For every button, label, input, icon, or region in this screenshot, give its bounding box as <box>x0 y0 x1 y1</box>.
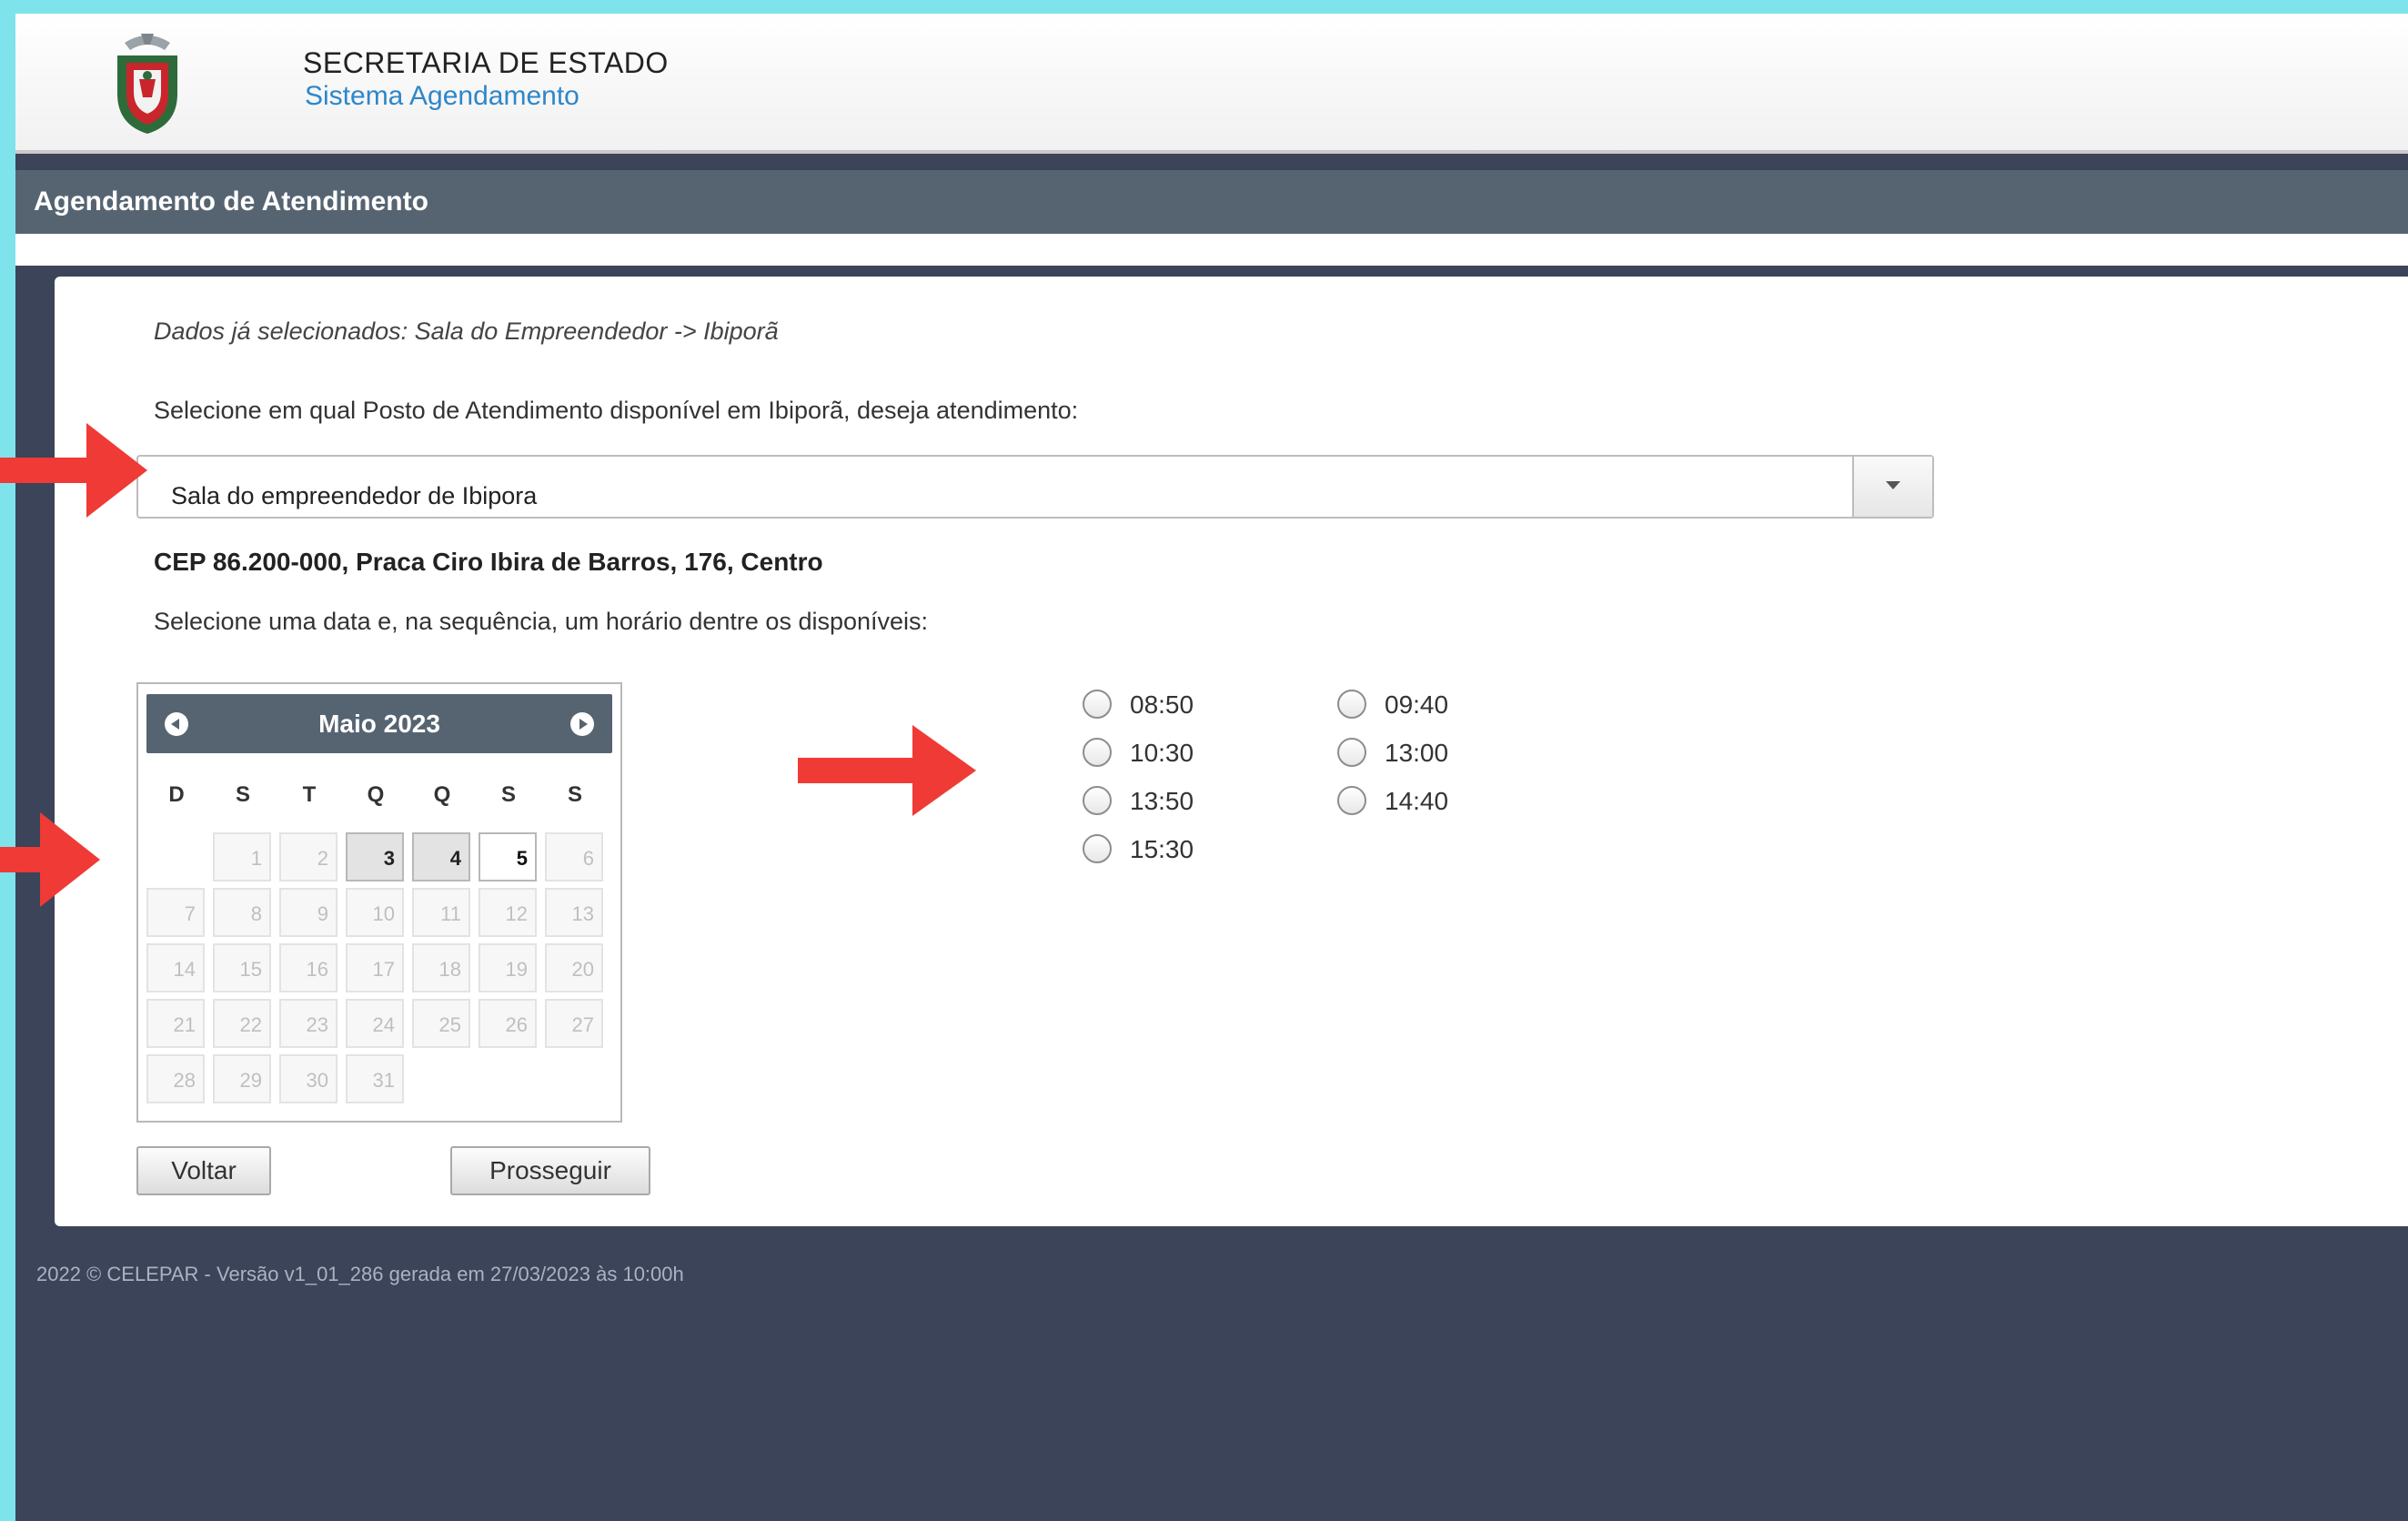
arrow-right-icon <box>0 812 100 907</box>
time-slot-label: 08:50 <box>1130 690 1194 719</box>
calendar-day[interactable]: 4 <box>412 832 470 881</box>
app-window: SECRETARIA DE ESTADO Sistema Agendamento… <box>15 14 2408 1521</box>
calendar-day: 14 <box>146 943 205 992</box>
site-header: SECRETARIA DE ESTADO Sistema Agendamento <box>15 14 2408 154</box>
calendar-day[interactable]: 5 <box>479 832 537 881</box>
calendar-day: 28 <box>146 1054 205 1103</box>
time-slot-radio[interactable] <box>1083 738 1112 767</box>
calendar-day: 8 <box>213 888 271 937</box>
arrow-right-icon <box>0 423 147 518</box>
next-month-icon[interactable] <box>570 712 594 736</box>
state-crest-logo <box>117 34 177 134</box>
calendar-day: 15 <box>213 943 271 992</box>
calendar-day: 13 <box>545 888 603 937</box>
time-slot-radio[interactable] <box>1337 738 1366 767</box>
header-system-name: Sistema Agendamento <box>305 81 579 111</box>
time-slot-label: 10:30 <box>1130 739 1194 767</box>
calendar-day: 11 <box>412 888 470 937</box>
calendar-day: 6 <box>545 832 603 881</box>
calendar-header: Maio 2023 <box>146 694 612 753</box>
calendar-day: 17 <box>346 943 404 992</box>
calendar-day: 27 <box>545 999 603 1048</box>
calendar-day: 26 <box>479 999 537 1048</box>
chevron-down-icon <box>1886 481 1900 489</box>
calendar-weekday-label: Q <box>367 782 385 807</box>
calendar-day: 7 <box>146 888 205 937</box>
scheduling-panel: Dados já selecionados: Sala do Empreende… <box>55 277 2408 1226</box>
time-slot-radio[interactable] <box>1337 786 1366 815</box>
time-slot-radio[interactable] <box>1083 834 1112 863</box>
date-picker-calendar: Maio 2023 DSTQQSS 1 2 3 4 5 6 7 8 9 10 11 12 13 14 15 1… <box>136 682 622 1123</box>
back-button[interactable]: Voltar <box>136 1146 271 1195</box>
footer-version-text: 2022 © CELEPAR - Versão v1_01_286 gerada… <box>36 1263 684 1285</box>
time-slot-radio[interactable] <box>1083 690 1112 719</box>
time-slot-label: 09:40 <box>1385 690 1449 719</box>
calendar-weekday-label: T <box>302 782 317 807</box>
post-address: CEP 86.200-000, Praca Ciro Ibira de Barr… <box>154 548 823 576</box>
calendar-day: 10 <box>346 888 404 937</box>
time-slot-label: 15:30 <box>1130 835 1194 863</box>
title-separator <box>15 234 2408 266</box>
calendar-day: 24 <box>346 999 404 1048</box>
calendar-day: 16 <box>279 943 338 992</box>
calendar-weekday-label: S <box>235 782 250 807</box>
calendar-day: 1 <box>213 832 271 881</box>
time-slot-label: 13:50 <box>1130 787 1194 815</box>
page-title: Agendamento de Atendimento <box>15 170 2408 234</box>
calendar-month-title: Maio 2023 <box>318 710 440 738</box>
date-prompt-label: Selecione uma data e, na sequência, um h… <box>154 608 929 635</box>
calendar-day: 21 <box>146 999 205 1048</box>
calendar-weekday-label: Q <box>433 782 451 807</box>
calendar-day: 9 <box>279 888 338 937</box>
calendar-weekday-label: S <box>500 782 516 807</box>
calendar-weekday-label: D <box>168 782 185 807</box>
time-slot-radio[interactable] <box>1337 690 1366 719</box>
calendar-day: 19 <box>479 943 537 992</box>
calendar-day: 20 <box>545 943 603 992</box>
calendar-day[interactable]: 3 <box>346 832 404 881</box>
calendar-weekday-label: S <box>567 782 582 807</box>
calendar-day: 22 <box>213 999 271 1048</box>
arrow-right-icon <box>798 725 976 816</box>
time-slot-label: 13:00 <box>1385 739 1449 767</box>
calendar-day: 2 <box>279 832 338 881</box>
calendar-day: 29 <box>213 1054 271 1103</box>
proceed-button[interactable]: Prosseguir <box>450 1146 650 1195</box>
post-prompt-label: Selecione em qual Posto de Atendimento d… <box>154 397 1079 424</box>
time-slot-label: 14:40 <box>1385 787 1449 815</box>
calendar-day: 31 <box>346 1054 404 1103</box>
already-selected-note: Dados já selecionados: Sala do Empreende… <box>154 317 779 345</box>
calendar-day: 25 <box>412 999 470 1048</box>
service-post-selected-value: Sala do empreendedor de Ibipora <box>171 482 538 509</box>
header-org-title: SECRETARIA DE ESTADO <box>303 46 669 79</box>
service-post-select[interactable]: Sala do empreendedor de Ibipora <box>136 455 1934 519</box>
calendar-day: 18 <box>412 943 470 992</box>
time-slot-radio[interactable] <box>1083 786 1112 815</box>
calendar-day: 12 <box>479 888 537 937</box>
calendar-day: 30 <box>279 1054 338 1103</box>
calendar-day: 23 <box>279 999 338 1048</box>
select-dropdown-button[interactable] <box>1852 457 1932 517</box>
